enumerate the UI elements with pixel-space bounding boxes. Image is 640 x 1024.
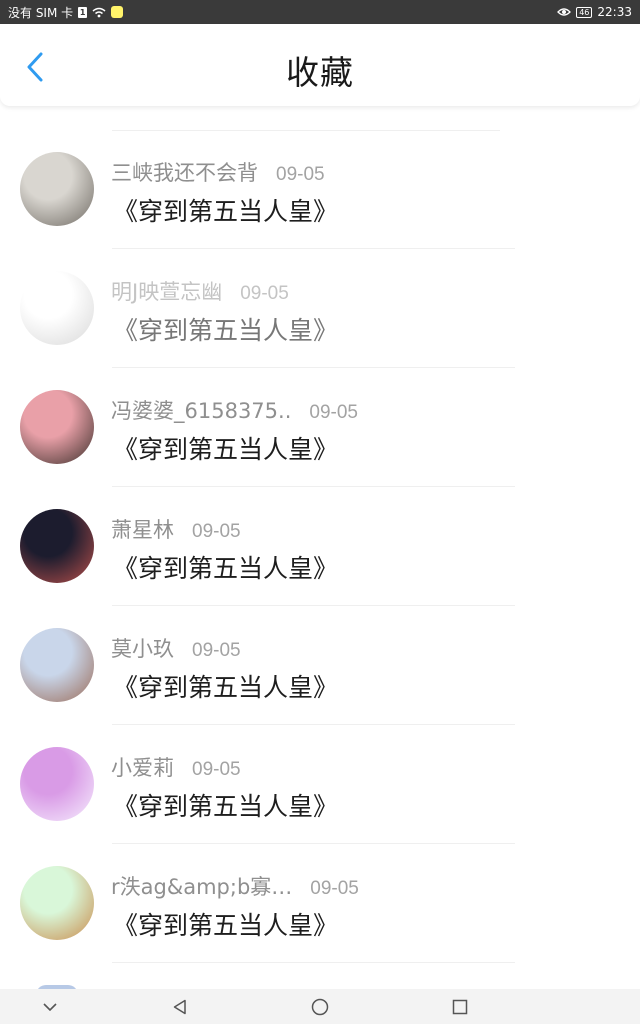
user-name[interactable]: 三峡我还不会背 [111, 157, 258, 187]
square-recents-icon [452, 999, 468, 1015]
favorite-row[interactable]: r泆ag&amp;b寡… 09-05 《穿到第五当人皇》 [0, 844, 640, 963]
favorite-row[interactable]: 冯婆婆_6158375.. 09-05 《穿到第五当人皇》 [0, 368, 640, 487]
row-meta: 冯婆婆_6158375.. 09-05 [111, 395, 358, 425]
favorite-row[interactable]: 三峡我还不会背 09-05 《穿到第五当人皇》 [0, 130, 640, 249]
row-meta: r泆ag&amp;b寡… 09-05 [111, 871, 359, 901]
book-title[interactable]: 《穿到第五当人皇》 [113, 906, 338, 942]
book-title[interactable]: 《穿到第五当人皇》 [113, 668, 338, 704]
user-name[interactable]: r泆ag&amp;b寡… [111, 871, 292, 901]
book-title[interactable]: 《穿到第五当人皇》 [113, 787, 338, 823]
row-date: 09-05 [192, 759, 241, 780]
chevron-down-icon [43, 1003, 57, 1011]
book-title[interactable]: 《穿到第五当人皇》 [113, 549, 338, 585]
carrier-text: 没有 SIM 卡 [8, 5, 74, 20]
avatar[interactable] [20, 628, 94, 702]
avatar[interactable] [20, 747, 94, 821]
wifi-icon [92, 7, 106, 18]
row-meta: 明J映萱忘幽 09-05 [111, 276, 289, 306]
avatar[interactable] [20, 390, 94, 464]
favorites-list: 三峡我还不会背 09-05 《穿到第五当人皇》 明J映萱忘幽 09-05 《穿到… [0, 130, 640, 963]
favorite-row[interactable]: 莫小玖 09-05 《穿到第五当人皇》 [0, 606, 640, 725]
nav-home-button[interactable] [309, 996, 331, 1018]
row-date: 09-05 [192, 521, 241, 542]
app-header: 收藏 [0, 24, 640, 106]
row-meta: 小爱莉 09-05 [111, 752, 241, 782]
nav-recents-button[interactable] [449, 996, 471, 1018]
row-meta: 萧星林 09-05 [111, 514, 241, 544]
user-name[interactable]: 小爱莉 [111, 752, 174, 782]
navigation-bar [0, 989, 640, 1024]
book-title[interactable]: 《穿到第五当人皇》 [113, 192, 338, 228]
row-date: 09-05 [192, 640, 241, 661]
eye-comfort-icon [557, 7, 572, 17]
row-meta: 三峡我还不会背 09-05 [111, 157, 325, 187]
avatar[interactable] [20, 152, 94, 226]
row-date: 09-05 [310, 878, 359, 899]
row-date: 09-05 [240, 283, 289, 304]
favorite-row[interactable]: 萧星林 09-05 《穿到第五当人皇》 [0, 487, 640, 606]
book-title[interactable]: 《穿到第五当人皇》 [113, 430, 338, 466]
page-title: 收藏 [286, 53, 354, 92]
user-name[interactable]: 萧星林 [111, 514, 174, 544]
avatar[interactable] [20, 271, 94, 345]
wechat-notification-icon [111, 6, 124, 18]
user-name[interactable]: 莫小玖 [111, 633, 174, 663]
status-bar: 没有 SIM 卡 1 46 22:33 [0, 0, 640, 24]
sim-card-icon: 1 [78, 6, 88, 18]
favorite-row[interactable]: 小爱莉 09-05 《穿到第五当人皇》 [0, 725, 640, 844]
book-title[interactable]: 《穿到第五当人皇》 [113, 311, 338, 347]
clock-text: 22:33 [597, 5, 632, 19]
favorite-row[interactable]: 明J映萱忘幽 09-05 《穿到第五当人皇》 [0, 249, 640, 368]
user-name[interactable]: 明J映萱忘幽 [111, 276, 222, 306]
nav-back-button[interactable] [169, 996, 191, 1018]
hide-navbar-button[interactable] [39, 996, 61, 1018]
avatar[interactable] [20, 509, 94, 583]
avatar[interactable] [20, 866, 94, 940]
battery-icon: 46 [576, 6, 593, 18]
circle-home-icon [311, 998, 329, 1016]
row-date: 09-05 [276, 164, 325, 185]
row-date: 09-05 [309, 402, 358, 423]
status-right: 46 22:33 [557, 5, 632, 19]
user-name[interactable]: 冯婆婆_6158375.. [111, 395, 291, 425]
triangle-back-icon [173, 999, 186, 1015]
status-left: 没有 SIM 卡 1 [8, 4, 124, 21]
row-meta: 莫小玖 09-05 [111, 633, 241, 663]
